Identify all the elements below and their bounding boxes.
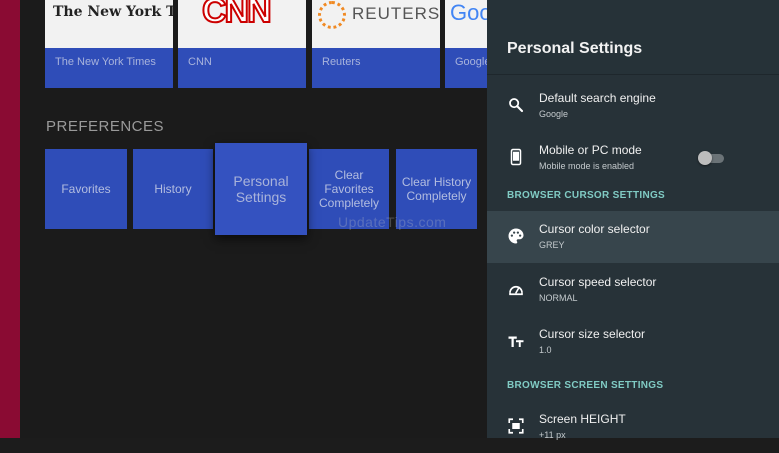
screen-height-row[interactable]: Screen HEIGHT +11 px [487,401,779,453]
bookmark-label: CNN [188,56,212,68]
toggle-knob [698,151,712,165]
history-tile[interactable]: History [133,149,213,229]
row-subtitle: +11 px [539,430,566,440]
panel-title: Personal Settings [507,40,643,57]
row-subtitle: 1.0 [539,345,552,355]
row-title: Mobile or PC mode [539,143,642,157]
row-title: Screen HEIGHT [539,412,626,426]
nytimes-logo: The New York Times [53,4,173,20]
bookmark-thumbnail: The New York Times [45,0,173,48]
fullscreen-icon [508,418,524,434]
google-logo: Goo [450,0,492,25]
row-subtitle: Google [539,109,569,119]
bookmark-nytimes[interactable]: The New York Times The New York Times [45,0,173,88]
bookmark-label: Reuters [322,56,361,68]
phone-icon [510,148,522,166]
browser-home: The New York Times The New York Times CN… [20,0,573,438]
row-subtitle: NORMAL [539,293,578,303]
favorites-tile[interactable]: Favorites [45,149,127,229]
search-icon [509,98,524,113]
watermark: UpdateTips.com [338,214,447,230]
palette-icon [508,228,524,244]
bookmark-label: Google [455,56,491,68]
row-title: Cursor color selector [539,222,650,236]
panel-header: Personal Settings [487,0,779,75]
personal-settings-tile[interactable]: Personal Settings [215,143,307,235]
row-subtitle: GREY [539,240,565,250]
bookmark-thumbnail: REUTERS [312,0,440,48]
cursor-color-row[interactable]: Cursor color selector GREY [487,211,779,263]
text-size-icon [508,336,524,347]
cursor-size-row[interactable]: Cursor size selector 1.0 [487,316,779,368]
cursor-speed-row[interactable]: Cursor speed selector NORMAL [487,264,779,316]
reuters-logo: REUTERS [352,4,440,23]
bookmark-reuters[interactable]: REUTERS Reuters [312,0,440,88]
personal-settings-panel: Personal Settings Default search engine … [487,0,779,440]
bookmark-thumbnail: CNN [178,0,306,48]
reuters-logo-icon [318,1,346,29]
left-edge-strip [0,0,20,438]
bookmark-cnn[interactable]: CNN CNN [178,0,306,88]
cursor-settings-header: BROWSER CURSOR SETTINGS [507,190,666,201]
cnn-logo: CNN [201,0,273,31]
row-subtitle: Mobile mode is enabled [539,161,635,171]
mobile-pc-mode-row[interactable]: Mobile or PC mode Mobile mode is enabled [487,132,779,184]
row-title: Default search engine [539,91,656,105]
bookmark-label: The New York Times [55,56,156,68]
preferences-title: PREFERENCES [46,118,165,135]
speedometer-icon [509,285,523,296]
screen-settings-header: BROWSER SCREEN SETTINGS [507,380,664,391]
row-title: Cursor size selector [539,327,646,341]
row-title: Cursor speed selector [539,275,657,289]
default-search-engine-row[interactable]: Default search engine Google [487,80,779,132]
mobile-mode-toggle[interactable] [698,151,724,165]
